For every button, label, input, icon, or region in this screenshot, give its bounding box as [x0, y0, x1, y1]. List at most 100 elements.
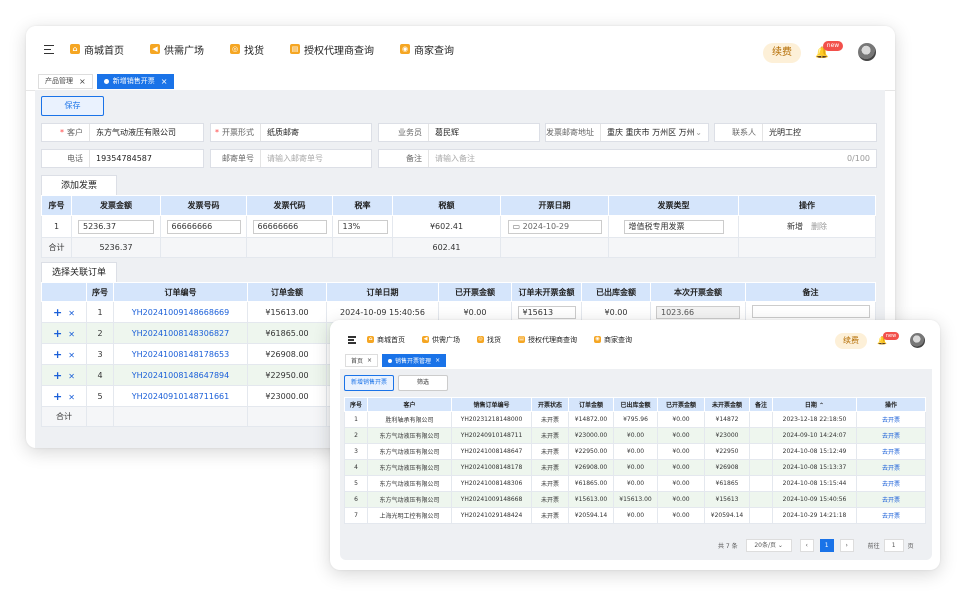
col-tax: 税额: [392, 195, 501, 216]
date-picker[interactable]: ▭ 2024-10-29: [507, 219, 602, 234]
col-invoice-code: 发票代码: [246, 195, 333, 216]
tab-sales-invoice-manage[interactable]: 销售开票管理 ×: [382, 354, 447, 367]
page-tabs: 首页 × 销售开票管理 ×: [330, 352, 940, 369]
renew-button[interactable]: 续费: [835, 333, 867, 349]
nav-mall-home[interactable]: ⌂ 商城首页: [367, 335, 405, 345]
close-icon[interactable]: ×: [161, 77, 168, 86]
new-sales-invoice-button[interactable]: 新增销售开票: [344, 375, 394, 391]
list-content: 新增销售开票 筛选 序号 客户 销售订单编号 开票状态 订单金额 已出库金额 已…: [340, 369, 932, 560]
link-orders-tab[interactable]: 选择关联订单: [41, 262, 117, 283]
nav-supply-demand[interactable]: ◀ 供需广场: [150, 42, 204, 57]
tab-product-manage[interactable]: 产品管理 ×: [38, 73, 93, 89]
nav-find-goods[interactable]: ◎ 找货: [230, 42, 264, 57]
tax-rate-select[interactable]: 13%: [337, 219, 388, 234]
post-number-input[interactable]: 邮寄单号 请输入邮寄单号: [210, 149, 372, 168]
goto-page-input[interactable]: 1: [883, 539, 904, 552]
plus-icon[interactable]: +: [53, 327, 62, 340]
document-icon: ▤: [290, 44, 300, 54]
top-nav: ⌂ 商城首页 ◀ 供需广场 ◎ 找货 ▤ 授权代理商查询 ◉ 商家查询 续费 🔔 new: [26, 26, 895, 72]
remark-cell-input[interactable]: [751, 304, 870, 318]
col-index: 序号: [41, 195, 72, 216]
close-icon[interactable]: ✕: [68, 309, 75, 318]
total-count: 共 7 条: [718, 543, 738, 550]
close-icon[interactable]: ×: [79, 77, 86, 86]
invoice-list-window: ⌂ 商城首页 ◀ 供需广场 ◎ 找货 ▤ 授权代理商查询 ◉ 商家查询 续费 🔔 new …: [330, 320, 940, 570]
close-icon[interactable]: ×: [367, 357, 372, 364]
invoice-type-select[interactable]: 增值税专用发票: [623, 219, 724, 234]
filter-button[interactable]: 筛选: [398, 375, 448, 391]
table-row: 3 东方气动液压有限公司 YH20241008148647 未开票 ¥22950.00 ¥…: [344, 443, 926, 460]
contact-field[interactable]: 联系人 光明工控: [714, 123, 877, 142]
amount-input[interactable]: 5236.37: [78, 219, 154, 234]
close-icon[interactable]: ✕: [68, 351, 75, 360]
plus-icon[interactable]: +: [53, 369, 62, 382]
avatar[interactable]: [910, 333, 925, 348]
next-page-icon[interactable]: ›: [839, 539, 854, 552]
col-date-sortable[interactable]: 日期 ⌃: [772, 397, 857, 412]
nav-mall-home[interactable]: ⌂ 商城首页: [70, 42, 124, 57]
salesman-field[interactable]: 业务员 葛民辉: [378, 123, 540, 142]
add-row-link[interactable]: 新增: [787, 222, 803, 231]
chevron-down-icon: ⌄: [695, 128, 702, 137]
sort-icon: ⌃: [816, 402, 825, 409]
new-badge: new: [823, 41, 843, 51]
nav-agent-query[interactable]: ▤ 授权代理商查询: [518, 335, 577, 345]
invoice-table: 序号 发票金额 发票号码 发票代码 税率 税额 开票日期 发票类型 操作 1 5…: [41, 195, 876, 258]
invoice-form-select[interactable]: * 开票形式 纸质邮寄: [210, 123, 372, 142]
close-icon[interactable]: ✕: [68, 372, 75, 381]
plus-icon[interactable]: +: [53, 390, 62, 403]
avatar[interactable]: [858, 43, 876, 61]
phone-field[interactable]: 电话 19354784587: [41, 149, 204, 168]
table-row: 1 胜利轴承有限公司 YH20231218148000 未开票 ¥14872.00 ¥79…: [344, 411, 926, 428]
go-invoice-link[interactable]: 去开票: [856, 427, 926, 444]
nav-supply-demand[interactable]: ◀ 供需广场: [422, 335, 460, 345]
nav-merchant-query[interactable]: ◉ 商家查询: [400, 42, 454, 57]
document-icon: ▤: [518, 336, 525, 343]
menu-toggle-icon[interactable]: [44, 44, 54, 54]
col-invoice-date: 开票日期: [500, 195, 609, 216]
calendar-icon: ▭: [512, 221, 523, 231]
shop-icon: ◉: [594, 336, 601, 343]
renew-button[interactable]: 续费: [763, 43, 801, 63]
close-icon[interactable]: ✕: [68, 330, 75, 339]
new-badge: new: [883, 332, 899, 340]
close-icon[interactable]: ×: [435, 357, 440, 364]
go-invoice-link[interactable]: 去开票: [856, 491, 926, 508]
plus-icon[interactable]: +: [53, 348, 62, 361]
go-invoice-link[interactable]: 去开票: [856, 507, 926, 524]
prev-page-icon[interactable]: ‹: [799, 539, 814, 552]
char-count: 0/100: [846, 154, 870, 163]
tab-home[interactable]: 首页 ×: [345, 354, 379, 367]
nav-find-goods[interactable]: ◎ 找货: [477, 335, 501, 345]
sales-invoice-table: 序号 客户 销售订单编号 开票状态 订单金额 已出库金额 已开票金额 未开票金额…: [344, 397, 926, 524]
address-select[interactable]: 发票邮寄地址 重庆 重庆市 万州区 万州 ⌄: [545, 123, 709, 142]
nav-merchant-query[interactable]: ◉ 商家查询: [594, 335, 632, 345]
code-input[interactable]: 66666666: [252, 219, 327, 234]
close-icon[interactable]: ✕: [68, 393, 75, 402]
number-input[interactable]: 66666666: [166, 219, 241, 234]
plus-icon[interactable]: +: [53, 306, 62, 319]
table-row: 6 东方气动液压有限公司 YH20241009148668 未开票 ¥15613.00 ¥…: [344, 491, 926, 508]
this-invoice-amount-input[interactable]: 1023.66: [656, 305, 740, 319]
chevron-down-icon: ⌄: [777, 542, 783, 549]
add-invoice-tab[interactable]: 添加发票: [41, 175, 117, 196]
nav-agent-query[interactable]: ▤ 授权代理商查询: [290, 42, 374, 57]
home-icon: ⌂: [367, 336, 374, 343]
page-number[interactable]: 1: [819, 539, 834, 552]
save-button[interactable]: 保存: [41, 96, 104, 116]
go-invoice-link[interactable]: 去开票: [856, 443, 926, 460]
tab-new-sales-invoice[interactable]: 新增销售开票 ×: [96, 73, 175, 89]
remark-input[interactable]: 备注 请输入备注 0/100: [378, 149, 877, 168]
customer-field[interactable]: * 客户 东方气动液压有限公司: [41, 123, 204, 142]
col-invoice-number: 发票号码: [160, 195, 247, 216]
page-size-select[interactable]: 20条/页 ⌄: [745, 539, 792, 552]
pagination: 共 7 条 20条/页 ⌄ ‹ 1 › 前往 1 页: [718, 539, 914, 552]
page-tabs: 产品管理 × 新增销售开票 ×: [26, 72, 895, 91]
menu-toggle-icon[interactable]: [348, 336, 356, 344]
col-actions: 操作: [738, 195, 876, 216]
go-invoice-link[interactable]: 去开票: [856, 475, 926, 492]
go-invoice-link[interactable]: 去开票: [856, 411, 926, 428]
delete-row-link[interactable]: 删除: [811, 222, 827, 231]
go-invoice-link[interactable]: 去开票: [856, 459, 926, 476]
home-icon: ⌂: [70, 44, 80, 54]
